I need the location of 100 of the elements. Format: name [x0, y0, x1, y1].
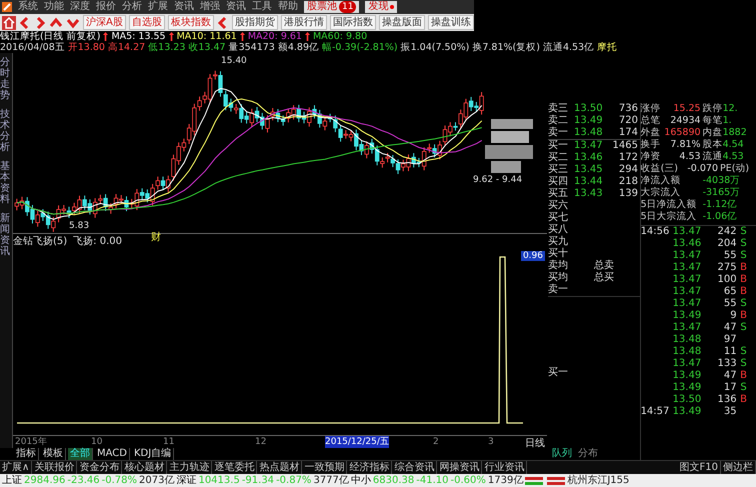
side-tab[interactable]: 技术分析 — [0, 109, 10, 153]
flow-label: 5日大宗流入 — [640, 211, 698, 223]
indicator-tab[interactable]: 全部 — [68, 448, 93, 460]
total-label: 总买 — [594, 272, 614, 284]
trade-side: S — [740, 298, 747, 309]
menu-item[interactable]: 分析 — [122, 1, 142, 13]
menu-item[interactable]: 增强 — [200, 1, 220, 13]
index-quote: 深证 — [176, 474, 196, 487]
stat-label: 净资 — [640, 151, 661, 163]
order-price: 13.50 — [574, 103, 604, 115]
tick-volume: 133 — [716, 358, 737, 370]
quote-value: 换7.81%(复权) — [472, 42, 540, 53]
stat-value: 24934 — [669, 115, 701, 127]
quote-value: 额4.89亿 — [278, 42, 319, 53]
side-tab[interactable]: 基本资料 — [0, 161, 10, 205]
panel-tab[interactable]: 队列 — [552, 446, 572, 460]
flow-label: 大宗流入 — [640, 187, 682, 199]
stat-label: 跌停 — [702, 103, 723, 115]
order-level-label: 卖三 — [548, 103, 569, 114]
tick-price: 13.47 — [672, 298, 702, 310]
app-logo-icon — [2, 2, 12, 12]
order-price: 13.46 — [574, 152, 604, 164]
date-label: 11 — [163, 436, 174, 448]
menu-item[interactable]: 扩展 — [148, 1, 168, 13]
index-quote: 3777亿 — [313, 474, 349, 487]
toolbar-button[interactable]: 操盘版面 — [378, 15, 425, 30]
order-volume: 172 — [618, 152, 638, 164]
index-quote: 1739亿 — [488, 474, 524, 487]
market-bars-icon — [525, 476, 566, 486]
order-level-label: 买十 — [548, 248, 569, 260]
order-level-label: 卖二 — [548, 115, 569, 126]
date-label: 12 — [255, 436, 266, 448]
order-price: 13.47 — [574, 140, 604, 152]
tick-price: 13.46 — [672, 238, 702, 250]
side-tab[interactable]: 新闻资讯 — [0, 213, 10, 257]
tick-price: 13.49 — [672, 382, 702, 394]
tick-price: 13.47 — [672, 274, 702, 286]
menu-item[interactable]: 报价 — [96, 1, 116, 13]
toolbar-button[interactable]: 港股行情 — [280, 15, 327, 30]
toolbar-button[interactable]: 股指期货 — [232, 15, 278, 30]
index-quote: 6830.38 — [372, 474, 414, 487]
tick-price: 13.47 — [672, 286, 702, 298]
tick-price: 13.48 — [672, 334, 702, 346]
trade-side: B — [740, 394, 747, 405]
tick-time: 14:57 — [640, 406, 670, 417]
stat-label: 股本 — [702, 139, 723, 151]
side-tab[interactable]: 分时走势 — [0, 57, 10, 101]
market-button[interactable]: 自选股 — [128, 15, 165, 30]
index-quote: 中小 — [350, 474, 371, 487]
panel-tab[interactable]: 分布 — [578, 446, 598, 460]
trade-side: S — [740, 238, 747, 249]
toolbar-button[interactable]: 国际指数 — [330, 15, 376, 30]
stock-title: 钱江摩托(日线 前复权) — [0, 31, 100, 42]
trade-side: B — [740, 370, 747, 381]
order-volume: 174 — [618, 127, 638, 139]
trade-side: S — [740, 322, 747, 333]
stat-value: 1. — [722, 115, 732, 127]
stat-value: 15.25 — [672, 103, 701, 115]
tick-volume: 9 — [729, 310, 737, 322]
flow-value: -4038万 — [702, 175, 740, 187]
menu-item[interactable]: 资讯 — [226, 1, 246, 13]
low-price-label: 5.83 — [69, 221, 90, 232]
high-price-label: 15.40 — [221, 56, 247, 67]
tick-volume: 100 — [716, 274, 737, 286]
index-quote: 2073亿 — [139, 474, 174, 487]
period-label[interactable]: 日线 — [525, 436, 545, 450]
tick-volume: 47 — [722, 370, 737, 382]
stat-label: 流通 — [702, 151, 723, 163]
flow-value: -1.12亿 — [702, 199, 738, 211]
quote-value: 低13.23 — [148, 42, 186, 53]
trade-side: B — [740, 310, 747, 321]
market-button[interactable]: 沪深A股 — [83, 15, 126, 30]
total-label: 总卖 — [594, 260, 614, 272]
menu-item[interactable]: 资讯 — [174, 1, 194, 13]
stock-pool-button[interactable]: 股票池 11 — [304, 1, 360, 13]
order-level-label: 买八 — [548, 224, 569, 236]
home-icon[interactable] — [2, 16, 16, 30]
stat-label: 内盘 — [702, 127, 723, 139]
discover-button[interactable]: 发现 — [365, 1, 398, 13]
tick-volume: 97 — [722, 334, 737, 346]
tick-price: 13.49 — [672, 310, 702, 322]
quote-value: 流通4.53亿 — [542, 42, 594, 53]
menu-item[interactable]: 深度 — [70, 1, 90, 13]
tick-price: 13.47 — [672, 226, 702, 238]
stat-value: 4.53 — [722, 151, 744, 163]
menu-item[interactable]: 系统 — [18, 1, 38, 13]
stat-value: 165890 — [663, 127, 701, 139]
quote-value: 高14.27 — [108, 42, 146, 53]
market-button[interactable]: 板块指数 — [168, 15, 214, 30]
menu-item[interactable]: 功能 — [44, 1, 64, 13]
tick-volume: 65 — [722, 286, 737, 298]
tick-volume: 17 — [722, 382, 737, 394]
order-level-label: 买六 — [548, 200, 569, 212]
menu-item[interactable]: 工具 — [252, 1, 272, 13]
tick-volume: 47 — [722, 322, 737, 334]
menu-item[interactable]: 帮助 — [278, 1, 298, 13]
order-level-label: 卖一 — [548, 127, 569, 139]
stat-label: 每笔 — [702, 115, 723, 127]
flow-label: 5日净流入额 — [640, 199, 698, 211]
toolbar-button[interactable]: 操盘训练 — [428, 15, 474, 30]
